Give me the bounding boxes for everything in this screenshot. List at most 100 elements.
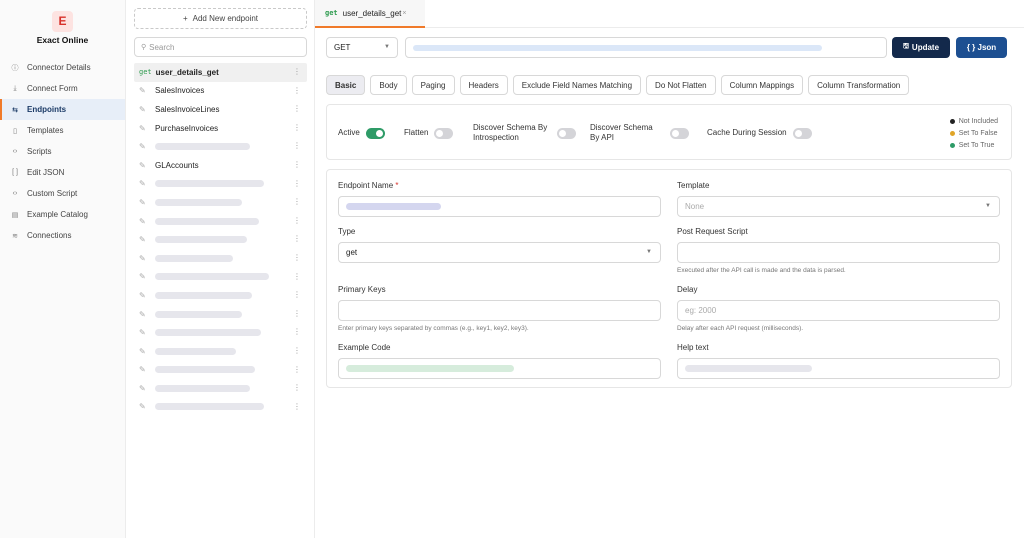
more-options-icon[interactable]: ⋮ — [293, 383, 301, 392]
endpoint-item[interactable]: ✎ ⋮ — [134, 361, 307, 380]
toggle-switch[interactable] — [434, 127, 454, 139]
tab-user-details-get[interactable]: get user_details_get × — [315, 0, 425, 28]
toggle-discover-api[interactable]: Discover Schema By API — [590, 105, 689, 161]
close-icon[interactable]: × — [402, 10, 406, 17]
more-options-icon[interactable]: ⋮ — [293, 197, 301, 206]
toggle-switch[interactable] — [670, 127, 689, 139]
more-options-icon[interactable]: ⋮ — [293, 216, 301, 225]
help-text-input[interactable] — [677, 358, 1000, 379]
toggle-switch[interactable] — [365, 127, 385, 139]
endpoint-item[interactable]: ✎ ⋮ — [134, 193, 307, 212]
tab-do-not-flatten[interactable]: Do Not Flatten — [646, 75, 716, 95]
code-icon: ‹› — [12, 190, 18, 197]
more-options-icon[interactable]: ⋮ — [293, 402, 301, 411]
endpoint-item[interactable]: ✎ SalesInvoiceLines ⋮ — [134, 100, 307, 119]
method-select[interactable]: GET ▼ — [326, 37, 398, 58]
nav-item-edit-json[interactable]: [ ] Edit JSON — [0, 162, 125, 183]
endpoint-item[interactable]: ✎ ⋮ — [134, 398, 307, 417]
toggle-switch[interactable] — [792, 127, 812, 139]
toggle-flatten[interactable]: Flatten — [404, 105, 454, 161]
toggle-cache-session[interactable]: Cache During Session — [707, 105, 812, 161]
nav-item-connect-form[interactable]: ⤓ Connect Form — [0, 78, 125, 99]
delay-field: Delay eg: 2000 Delay after each API requ… — [677, 285, 1000, 332]
endpoint-item[interactable]: ✎ ⋮ — [134, 379, 307, 398]
nav-item-connector-details[interactable]: ⓘ Connector Details — [0, 57, 125, 78]
tab-bar: get user_details_get × — [315, 0, 1024, 28]
update-label: Update — [911, 43, 940, 52]
endpoint-search-input[interactable]: ⚲ Search — [134, 37, 307, 57]
add-endpoint-button[interactable]: + Add New endpoint — [134, 8, 307, 29]
endpoint-item[interactable]: ✎ ⋮ — [134, 230, 307, 249]
more-options-icon[interactable]: ⋮ — [293, 104, 301, 113]
more-options-icon[interactable]: ⋮ — [293, 141, 301, 150]
type-select[interactable]: get ▼ — [338, 242, 661, 263]
help-text-label: Help text — [677, 343, 709, 352]
endpoint-item[interactable]: ✎ ⋮ — [134, 175, 307, 194]
post-request-script-input[interactable] — [677, 242, 1000, 263]
nav-item-connections[interactable]: ≋ Connections — [0, 225, 125, 246]
tab-headers[interactable]: Headers — [459, 75, 508, 95]
tab-basic[interactable]: Basic — [326, 75, 366, 95]
endpoint-placeholder-bar — [155, 310, 242, 318]
tab-paging[interactable]: Paging — [411, 75, 455, 95]
update-button[interactable]: 🖫 Update — [892, 37, 950, 58]
tab-exclude-field-names-matching[interactable]: Exclude Field Names Matching — [512, 75, 642, 95]
endpoint-item[interactable]: ✎ ⋮ — [134, 137, 307, 156]
delay-input[interactable]: eg: 2000 — [677, 300, 1000, 321]
primary-keys-input[interactable] — [338, 300, 661, 321]
endpoint-item[interactable]: ✎ ⋮ — [134, 286, 307, 305]
nav-item-endpoints[interactable]: ⇆ Endpoints — [0, 99, 125, 120]
pencil-icon: ✎ — [139, 365, 146, 375]
more-options-icon[interactable]: ⋮ — [293, 234, 301, 243]
more-options-icon[interactable]: ⋮ — [293, 365, 301, 374]
more-options-icon[interactable]: ⋮ — [293, 346, 301, 355]
endpoint-item[interactable]: ✎ ⋮ — [134, 249, 307, 268]
endpoint-item[interactable]: ✎ ⋮ — [134, 323, 307, 342]
plus-icon: + — [182, 14, 188, 23]
required-marker: * — [395, 181, 399, 190]
template-select[interactable]: None ▼ — [677, 196, 1000, 217]
endpoint-item[interactable]: ✎ ⋮ — [134, 305, 307, 324]
more-options-icon[interactable]: ⋮ — [293, 272, 301, 281]
endpoint-item[interactable]: get user_details_get ⋮ — [134, 63, 307, 82]
tab-column-transformation[interactable]: Column Transformation — [808, 75, 910, 95]
more-options-icon[interactable]: ⋮ — [293, 253, 301, 262]
endpoint-item[interactable]: ✎ ⋮ — [134, 212, 307, 231]
more-options-icon[interactable]: ⋮ — [293, 179, 301, 188]
endpoint-item[interactable]: ✎ ⋮ — [134, 342, 307, 361]
nav-item-example-catalog[interactable]: ▤ Example Catalog — [0, 204, 125, 225]
endpoint-item[interactable]: ✎ PurchaseInvoices ⋮ — [134, 119, 307, 138]
endpoint-placeholder-bar — [155, 180, 264, 188]
more-options-icon[interactable]: ⋮ — [293, 290, 301, 299]
tab-column-mappings[interactable]: Column Mappings — [720, 75, 804, 95]
more-options-icon[interactable]: ⋮ — [293, 327, 301, 336]
legend-label: Set To True — [958, 141, 995, 149]
more-options-icon[interactable]: ⋮ — [293, 160, 301, 169]
legend-dot — [949, 118, 955, 124]
tab-body[interactable]: Body — [370, 75, 407, 95]
catalog-icon: ▤ — [11, 211, 19, 219]
json-button[interactable]: { } Json — [956, 37, 1007, 58]
more-options-icon[interactable]: ⋮ — [293, 309, 301, 318]
pencil-icon: ✎ — [139, 86, 146, 96]
nav-item-scripts[interactable]: ‹› Scripts — [0, 141, 125, 162]
nav-item-label: Templates — [27, 126, 64, 135]
nav-item-templates[interactable]: ▯ Templates — [0, 120, 125, 141]
endpoint-label: GLAccounts — [155, 160, 199, 170]
nav-item-custom-script[interactable]: ‹› Custom Script — [0, 183, 125, 204]
more-options-icon[interactable]: ⋮ — [293, 67, 301, 76]
example-code-input[interactable] — [338, 358, 661, 379]
url-input[interactable] — [405, 37, 887, 58]
more-options-icon[interactable]: ⋮ — [293, 123, 301, 132]
toggle-legend: Not Included Set To False Set To True — [949, 115, 998, 151]
toggle-discover-introspection[interactable]: Discover Schema By Introspection — [473, 105, 576, 161]
more-options-icon[interactable]: ⋮ — [293, 86, 301, 95]
toggle-active[interactable]: Active — [338, 105, 385, 161]
primary-keys-hint: Enter primary keys separated by commas (… — [338, 325, 529, 332]
endpoint-item[interactable]: ✎ SalesInvoices ⋮ — [134, 82, 307, 101]
endpoint-item[interactable]: ✎ ⋮ — [134, 268, 307, 287]
endpoint-name-input[interactable] — [338, 196, 661, 217]
endpoint-name-field: Endpoint Name * — [338, 181, 661, 217]
toggle-switch[interactable] — [557, 127, 576, 139]
endpoint-item[interactable]: ✎ GLAccounts ⋮ — [134, 156, 307, 175]
